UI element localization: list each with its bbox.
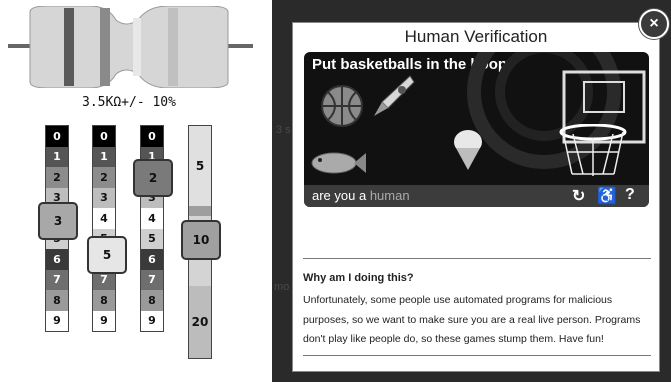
verification-game[interactable]: Put basketballs in the hoop are you a hu… xyxy=(304,52,649,207)
color-digit-cell[interactable]: 1 xyxy=(46,146,68,167)
color-digit-cell[interactable]: 8 xyxy=(141,290,163,311)
background-text-fragment: mo xyxy=(274,281,290,293)
band1-slider-knob[interactable]: 3 xyxy=(38,202,78,240)
color-digit-cell[interactable]: 3 xyxy=(93,187,115,208)
color-digit-cell[interactable]: 0 xyxy=(93,126,115,147)
color-digit-cell[interactable]: 2 xyxy=(46,167,68,188)
game-footer: are you a human ↻ ♿ ? xyxy=(304,185,649,207)
color-digit-cell[interactable]: 6 xyxy=(46,249,68,270)
resistor-calculator: 3.5KΩ+/- 10% 0123456789 0123456789 01234… xyxy=(0,0,272,382)
color-digit-cell[interactable]: 4 xyxy=(93,208,115,229)
resistor-illustration xyxy=(8,6,253,88)
divider xyxy=(303,355,651,356)
refresh-icon[interactable]: ↻ xyxy=(572,186,585,206)
color-digit-cell[interactable]: 6 xyxy=(141,249,163,270)
color-digit-cell[interactable]: 9 xyxy=(141,310,163,331)
color-digit-cell[interactable]: 9 xyxy=(93,310,115,331)
color-digit-cell[interactable]: 1 xyxy=(93,146,115,167)
are-you-a-human-logo: are you a human xyxy=(312,188,410,203)
brand-suffix: human xyxy=(369,188,410,203)
tolerance-option-top[interactable]: 5 xyxy=(189,126,211,206)
color-digit-cell[interactable]: 0 xyxy=(141,126,163,147)
color-digit-cell[interactable]: 7 xyxy=(141,269,163,290)
hoop-icon[interactable] xyxy=(558,124,628,184)
rocket-icon[interactable] xyxy=(370,72,418,124)
dialog-title: Human Verification xyxy=(404,27,548,46)
background-text-fragment: 3 s xyxy=(276,124,291,136)
fish-icon[interactable] xyxy=(308,147,368,179)
color-digit-cell[interactable]: 0 xyxy=(46,126,68,147)
band2-digit-column[interactable]: 0123456789 xyxy=(92,125,116,332)
tolerance-option-bottom[interactable]: 20 xyxy=(189,286,211,358)
accessibility-icon[interactable]: ♿ xyxy=(597,186,617,206)
color-digit-cell[interactable]: 4 xyxy=(141,208,163,229)
tolerance-slider-knob[interactable]: 10 xyxy=(181,220,221,260)
basketball-icon[interactable] xyxy=(320,84,364,128)
color-digit-cell[interactable]: 2 xyxy=(93,167,115,188)
multiplier-slider-knob[interactable]: 2 xyxy=(133,159,173,197)
resistance-value: 3.5KΩ+/- 10% xyxy=(82,95,176,110)
color-digit-cell[interactable]: 8 xyxy=(46,290,68,311)
multiplier-column[interactable]: 0123456789 xyxy=(140,125,164,332)
color-digit-cell[interactable]: 9 xyxy=(46,310,68,331)
why-explanation: Unfortunately, some people use automated… xyxy=(303,294,641,345)
color-digit-cell[interactable]: 8 xyxy=(93,290,115,311)
brand-prefix: are you a xyxy=(312,188,367,203)
close-button[interactable]: × xyxy=(639,9,669,39)
band2-slider-knob[interactable]: 5 xyxy=(87,236,127,274)
divider xyxy=(303,258,651,259)
ice-cream-icon[interactable] xyxy=(448,126,488,174)
color-digit-cell[interactable]: 5 xyxy=(141,228,163,249)
color-digit-cell[interactable]: 7 xyxy=(46,269,68,290)
tolerance-divider xyxy=(189,206,211,216)
why-heading: Why am I doing this? xyxy=(303,272,414,284)
help-icon[interactable]: ? xyxy=(625,186,635,204)
